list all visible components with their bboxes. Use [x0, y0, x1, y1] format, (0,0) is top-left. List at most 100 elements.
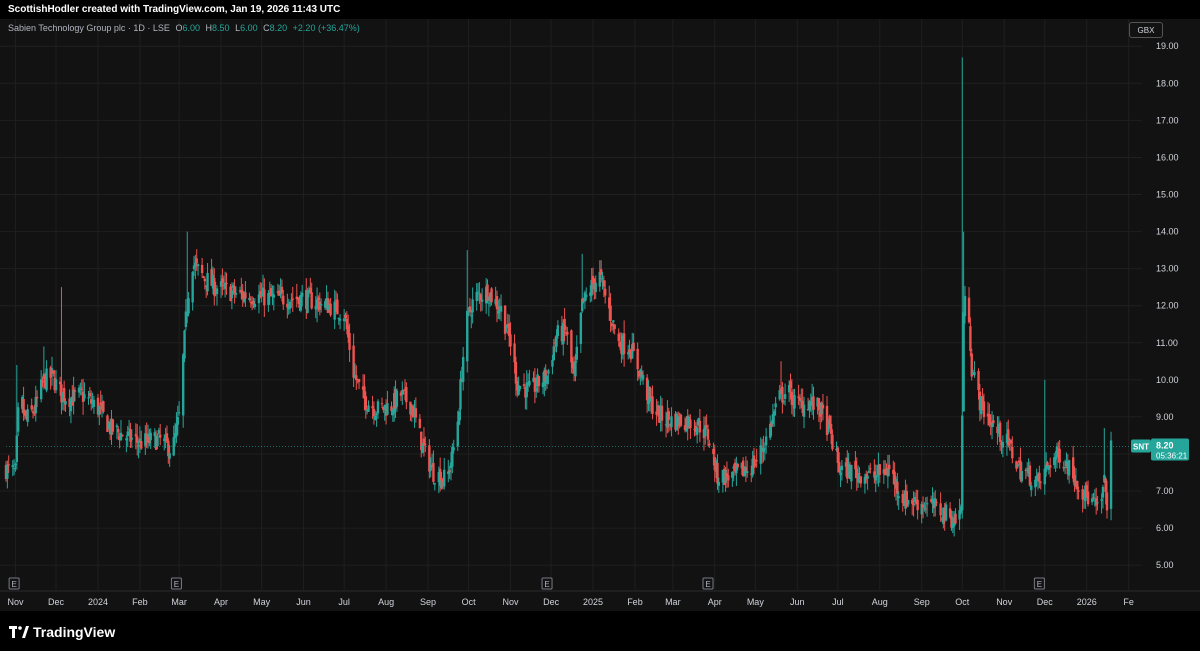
candle-body [551, 360, 554, 367]
candle-body [452, 447, 455, 451]
candle-body [836, 447, 840, 464]
candle-body [1054, 456, 1057, 460]
candle-body [599, 269, 603, 275]
price-tick-label: 15.00 [1156, 190, 1179, 200]
candle-body [478, 293, 481, 295]
candle-body [253, 303, 257, 307]
low-value: 6.00 [240, 23, 258, 33]
candle-body [54, 379, 58, 391]
time-tick-label: Aug [378, 597, 394, 607]
time-tick-label: Fe [1123, 597, 1134, 607]
candle-body [466, 310, 469, 362]
candle-body [1104, 478, 1107, 492]
candle-body [774, 403, 777, 408]
candle-body [176, 416, 179, 425]
candle-body [798, 397, 802, 401]
candle-body [859, 476, 863, 484]
price-tick-label: 9.00 [1156, 412, 1174, 422]
candle-body [1077, 490, 1080, 492]
candle-body [906, 499, 910, 505]
candle-body [336, 299, 339, 315]
candle-body [602, 280, 606, 287]
candle-body [52, 370, 55, 374]
candle-body [963, 296, 967, 317]
currency-button[interactable]: GBX [1129, 22, 1163, 38]
candle-body [443, 469, 446, 487]
price-chart[interactable]: 5.006.007.008.009.0010.0011.0012.0013.00… [0, 19, 1200, 611]
candle-body [875, 475, 879, 478]
candle-body [344, 314, 347, 318]
candle-body [338, 318, 342, 321]
candle-body [1105, 492, 1109, 511]
time-axis[interactable]: Nov Dec 2024 Feb Mar Apr May Jun Jul Aug Sep Oct Nov… [0, 590, 1200, 607]
time-tick-label: Nov [996, 597, 1013, 607]
candle-body [854, 460, 857, 470]
candle-body [475, 291, 478, 301]
candle-body [342, 318, 346, 322]
candle-body [764, 436, 768, 446]
candle-body [763, 448, 767, 450]
earnings-marker-label: E [544, 580, 549, 589]
candle-body [352, 345, 355, 378]
candle-body [181, 354, 185, 416]
tradingview-brand[interactable]: TradingView [9, 624, 115, 641]
time-tick-label: Aug [872, 597, 888, 607]
candle-body [92, 399, 96, 407]
candle-body [856, 473, 860, 483]
candle-body [6, 464, 9, 479]
candle-body [762, 447, 765, 452]
candle-body [708, 443, 711, 446]
candle-body [333, 301, 336, 320]
candle-body [291, 298, 294, 300]
open-value: 6.00 [182, 23, 200, 33]
candle-body [468, 306, 472, 313]
earnings-marker-label: E [705, 580, 710, 589]
candle-body [528, 380, 531, 386]
candle-body [1009, 440, 1013, 444]
candle-body [655, 411, 658, 415]
candle-body [1038, 472, 1041, 482]
candle-body [1081, 489, 1084, 500]
candle-body [1109, 440, 1113, 509]
candle-body [202, 276, 205, 278]
candle-body [967, 297, 971, 323]
candle-body [505, 331, 508, 333]
candle-body [712, 448, 715, 455]
candle-body [1020, 471, 1023, 482]
candle-body [288, 302, 292, 309]
candle-body [457, 411, 461, 425]
candle-body [497, 310, 500, 314]
candle-body [234, 292, 238, 295]
candle-body [636, 348, 639, 370]
candle-body [916, 499, 919, 511]
candle-body [755, 460, 758, 462]
candle-body [41, 380, 44, 383]
candle-body [248, 297, 251, 300]
candle-body [233, 286, 236, 294]
candle-body [395, 390, 399, 407]
candle-body [62, 388, 66, 403]
candle-body [374, 415, 377, 420]
candle-body [1011, 447, 1014, 459]
candle-body [80, 388, 83, 390]
candle-body [418, 418, 422, 429]
candle-body [1092, 497, 1095, 499]
candle-body [1007, 429, 1010, 446]
candle-body [200, 264, 204, 274]
candle-body [1100, 499, 1103, 501]
price-tick-label: 10.00 [1156, 375, 1179, 385]
candle-body [651, 396, 654, 414]
candle-body [667, 411, 670, 420]
candle-body [552, 346, 555, 361]
candle-body [149, 432, 152, 441]
symbol-legend[interactable]: Sabien Technology Group plc · 1D · LSE O… [8, 22, 360, 34]
candle-body [194, 262, 197, 267]
candle-body [858, 473, 861, 475]
candle-body [64, 401, 67, 405]
candle-body [522, 384, 526, 387]
candle-body [225, 282, 228, 285]
candle-body [878, 464, 881, 475]
candle-body [1101, 486, 1105, 498]
price-axis[interactable]: 5.006.007.008.009.0010.0011.0012.0013.00… [1156, 41, 1179, 570]
candle-body [476, 291, 480, 293]
